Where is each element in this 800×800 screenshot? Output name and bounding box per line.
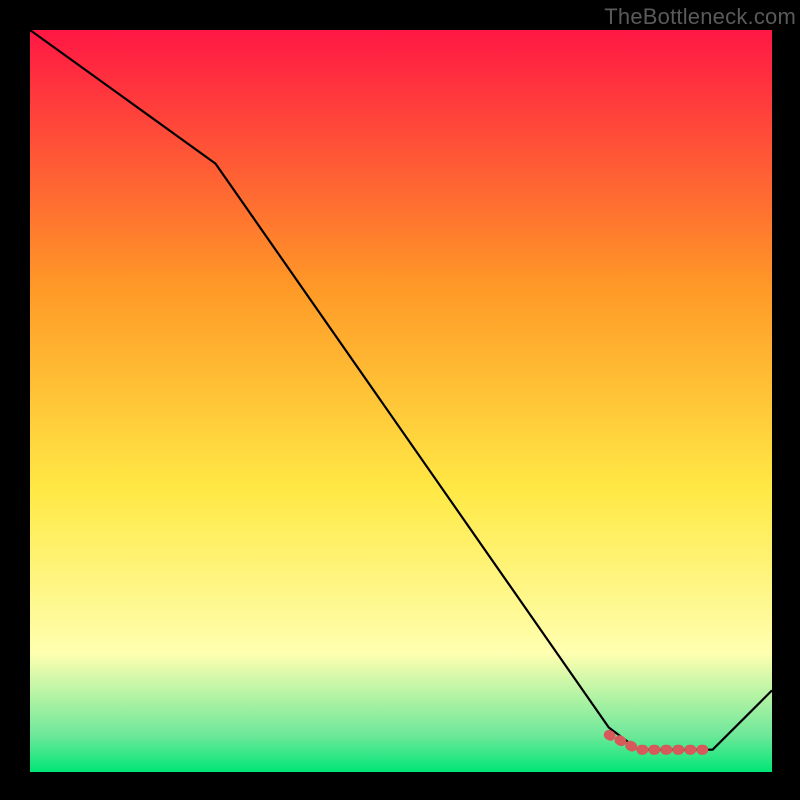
chart-plot <box>30 30 772 772</box>
marker-band <box>609 735 713 750</box>
watermark-text: TheBottleneck.com <box>604 4 796 30</box>
marker-dots <box>609 735 713 750</box>
chart-stage: TheBottleneck.com <box>0 0 800 800</box>
data-line <box>30 30 772 750</box>
